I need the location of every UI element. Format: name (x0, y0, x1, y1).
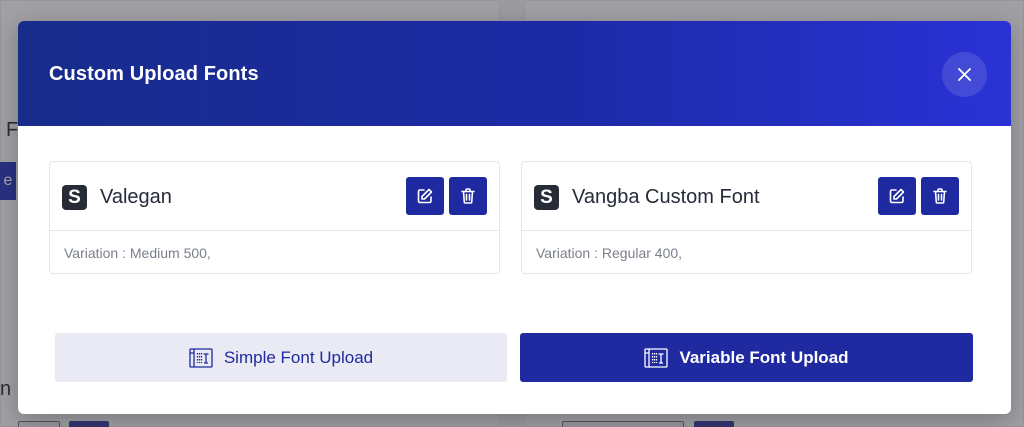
modal-title: Custom Upload Fonts (49, 63, 259, 85)
trash-icon (933, 188, 947, 204)
font-card: S Valegan Variation : Medium 500, (49, 161, 500, 274)
close-icon (958, 68, 971, 81)
custom-upload-fonts-modal: Custom Upload Fonts S Valegan Variation … (18, 21, 1011, 414)
font-upload-icon (189, 347, 213, 368)
font-variation: Variation : Regular 400, (536, 245, 683, 261)
variable-font-upload-label: Variable Font Upload (679, 347, 849, 367)
edit-font-button[interactable] (406, 177, 444, 215)
font-upload-icon (644, 347, 669, 368)
edit-icon (889, 188, 905, 204)
font-card: S Vangba Custom Font Variation : Regular… (521, 161, 972, 274)
font-name: Vangba Custom Font (572, 186, 760, 208)
font-name: Valegan (100, 186, 172, 208)
delete-font-button[interactable] (921, 177, 959, 215)
variable-font-upload-button[interactable]: Variable Font Upload (520, 333, 973, 382)
delete-font-button[interactable] (449, 177, 487, 215)
font-logo: S (534, 185, 559, 210)
edit-font-button[interactable] (878, 177, 916, 215)
font-variation: Variation : Medium 500, (64, 245, 211, 261)
simple-font-upload-button[interactable]: Simple Font Upload (55, 333, 507, 382)
close-button[interactable] (942, 52, 987, 97)
simple-font-upload-label: Simple Font Upload (223, 347, 374, 367)
font-card-header: S Vangba Custom Font (522, 162, 971, 231)
trash-icon (461, 188, 475, 204)
font-logo: S (62, 185, 87, 210)
edit-icon (417, 188, 433, 204)
modal-header: Custom Upload Fonts (18, 21, 1011, 126)
font-card-header: S Valegan (50, 162, 499, 231)
